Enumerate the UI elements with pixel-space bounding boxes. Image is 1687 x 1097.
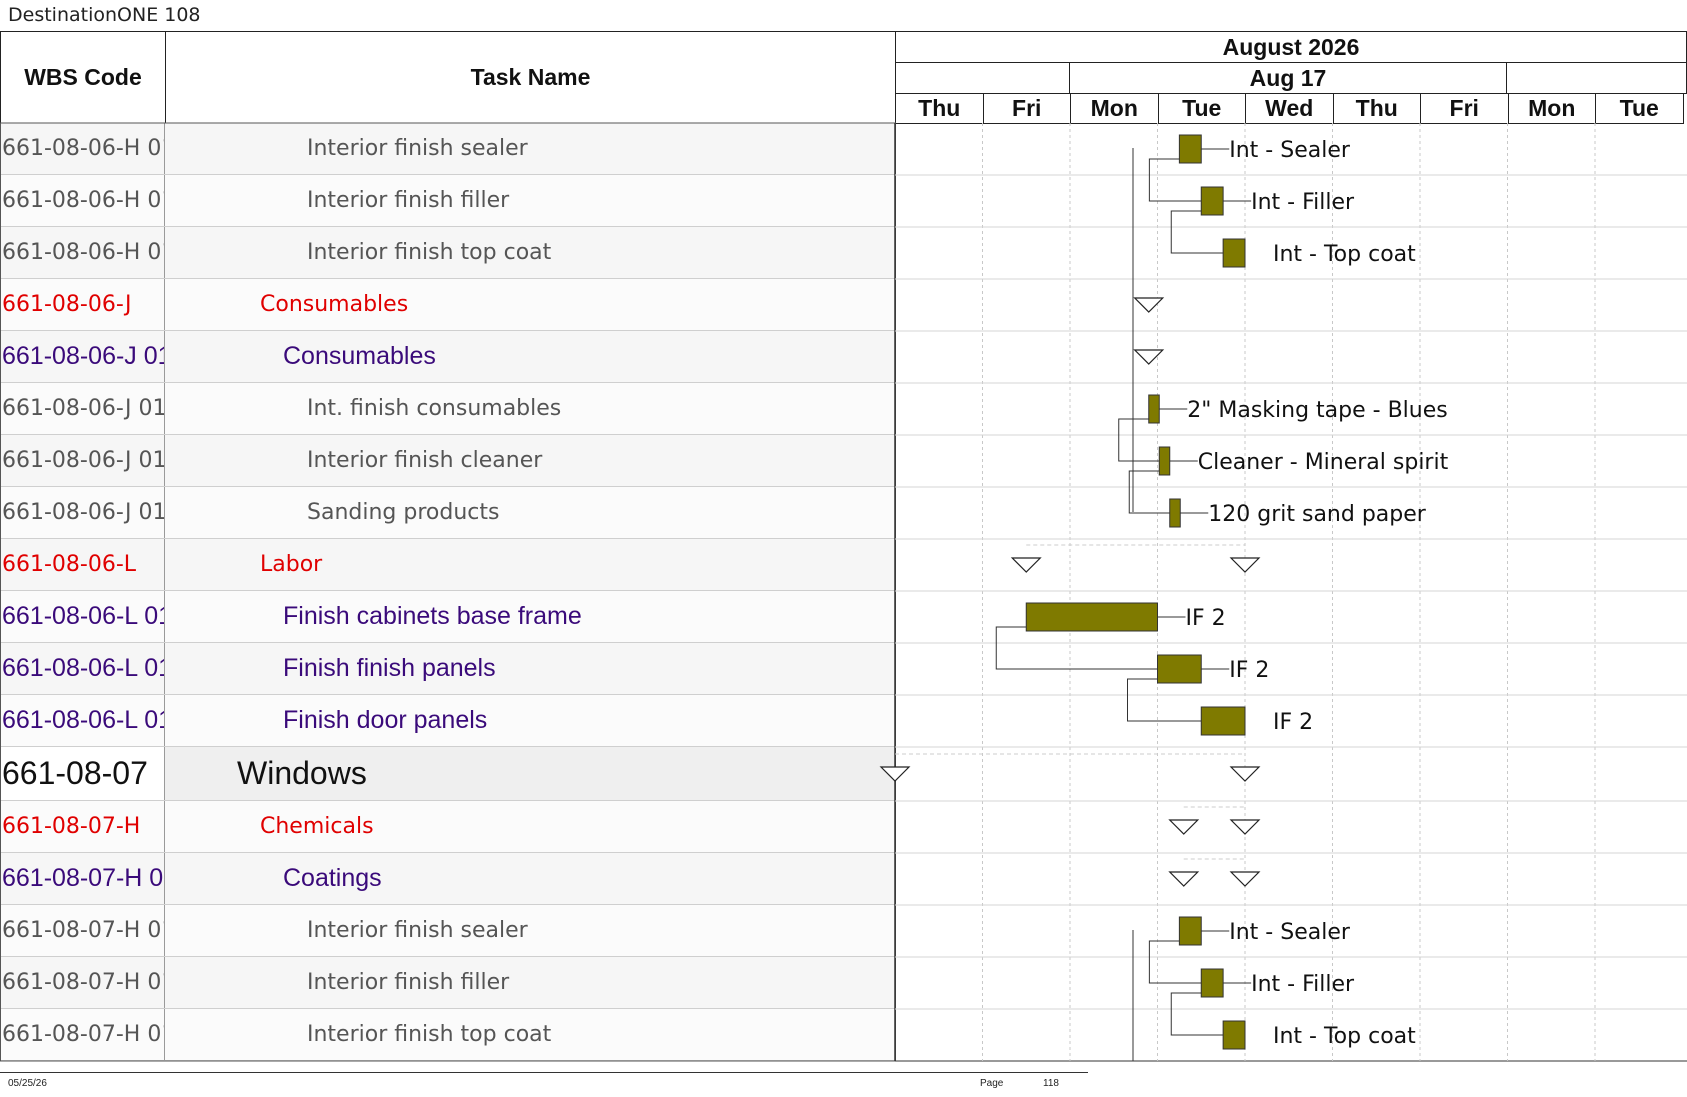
summary-marker-icon bbox=[879, 766, 911, 782]
summary-marker-icon bbox=[1168, 871, 1200, 887]
summary-marker-icon bbox=[1229, 819, 1261, 835]
footer-page-number: 118 bbox=[1043, 1078, 1059, 1089]
task-bar-label: Int - Top coat bbox=[1273, 242, 1416, 267]
summary-marker-icon bbox=[1133, 349, 1165, 365]
task-bar bbox=[1025, 602, 1158, 632]
dependency-line bbox=[1118, 418, 1160, 462]
task-bar-label: Int - Filler bbox=[1251, 190, 1355, 215]
dependency-line bbox=[1170, 210, 1224, 254]
task-bar-label: Int - Sealer bbox=[1229, 920, 1351, 945]
task-bar-label: IF 2 bbox=[1186, 606, 1226, 631]
task-bar-label: 2" Masking tape - Blues bbox=[1187, 398, 1447, 423]
task-bar bbox=[1169, 498, 1181, 528]
summary-marker-icon bbox=[1010, 557, 1042, 573]
dependency-line bbox=[1128, 470, 1170, 514]
gantt-chart: Int - Sealer Int - Filler Int - Top coat 2"… bbox=[0, 122, 1687, 1062]
dependency-line bbox=[1170, 992, 1224, 1036]
summary-marker-icon bbox=[1229, 871, 1261, 887]
summary-marker-icon bbox=[1168, 819, 1200, 835]
task-bar-label: IF 2 bbox=[1273, 710, 1313, 735]
footer-divider bbox=[0, 1072, 1088, 1073]
task-bar bbox=[1200, 186, 1224, 216]
task-bar bbox=[1158, 446, 1171, 476]
task-bar-label: Int - Sealer bbox=[1229, 138, 1351, 163]
task-bar bbox=[1178, 134, 1202, 164]
task-bar bbox=[1222, 1020, 1246, 1050]
task-bar bbox=[1157, 654, 1202, 684]
dependency-line bbox=[1127, 678, 1202, 722]
task-bar-label: Int - Top coat bbox=[1273, 1024, 1416, 1049]
dependency-line bbox=[995, 626, 1158, 670]
task-bar bbox=[1200, 706, 1246, 736]
table-frame bbox=[0, 122, 896, 1062]
summary-marker-icon bbox=[1229, 557, 1261, 573]
summary-marker-icon bbox=[1133, 297, 1165, 313]
task-bar-label: Cleaner - Mineral spirit bbox=[1198, 450, 1449, 475]
footer-page-label: Page bbox=[980, 1078, 1004, 1089]
task-bar bbox=[1200, 968, 1224, 998]
task-bar bbox=[1148, 394, 1160, 424]
task-bar-label: 120 grit sand paper bbox=[1208, 502, 1427, 527]
task-bar-label: Int - Filler bbox=[1251, 972, 1355, 997]
summary-marker-icon bbox=[1229, 766, 1261, 782]
task-bar-label: IF 2 bbox=[1229, 658, 1269, 683]
task-bar bbox=[1178, 916, 1202, 946]
footer-date: 05/25/26 bbox=[8, 1078, 47, 1089]
task-bar bbox=[1222, 238, 1246, 268]
